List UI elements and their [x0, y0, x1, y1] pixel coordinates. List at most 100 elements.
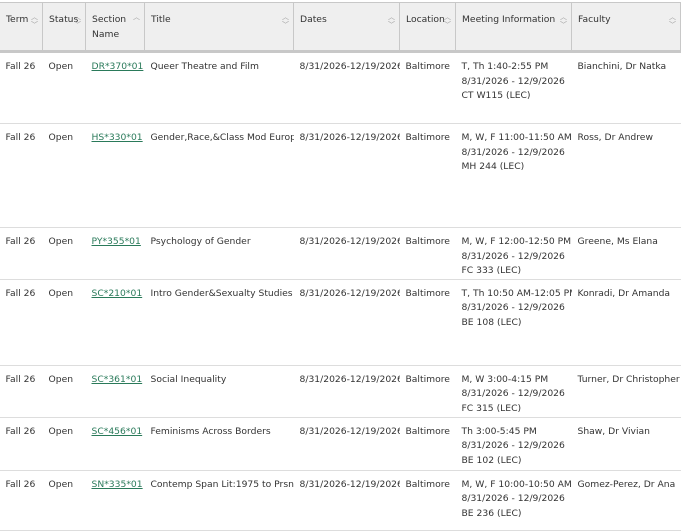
title: Queer Theatre and Film — [150, 61, 259, 72]
faculty: Greene, Ms Elana — [577, 236, 658, 247]
sort-icon[interactable]: ︿ ﹀ — [560, 13, 567, 29]
column-header-dates[interactable]: Dates ︿ ﹀ — [293, 2, 400, 53]
meeting-information-cell: Th 3:00-5:45 PM 8/31/2026 - 12/9/2026 BE 1… — [455, 417, 572, 471]
title: Gender,Race,&Class Mod Europe — [150, 132, 294, 143]
column-header-label: Term — [6, 14, 29, 25]
faculty: Gomez-Perez, Dr Ana — [577, 478, 676, 490]
section-link-cell: HS*330*01 — [85, 123, 145, 228]
section-link[interactable]: SC*210*01 — [92, 288, 143, 299]
table-row: Fall 26 Open PY*355*01 Psychology of Gender… — [0, 227, 681, 280]
column-header-label: Meeting Information — [462, 14, 556, 25]
sort-icon[interactable]: ︿ ﹀ — [388, 13, 395, 29]
location-cell: Baltimore — [399, 365, 456, 418]
meeting-line: 8/31/2026 - 12/9/2026 — [461, 302, 565, 314]
meeting-information-cell: M, W, F 11:00-11:50 AM 8/31/2026 - 12/9/2… — [455, 123, 572, 228]
status: Open — [48, 236, 74, 247]
meeting-line: BE 108 (LEC) — [461, 316, 522, 328]
column-header-label: Dates — [300, 14, 327, 25]
title-cell: Intro Gender&Sexualty Studies — [144, 279, 294, 366]
sort-icon[interactable]: ︿ ﹀ — [669, 13, 676, 29]
section-link-cell: SC*456*01 — [85, 417, 145, 471]
location-cell: Baltimore — [399, 470, 456, 531]
sort-icon[interactable]: ︿ ﹀ — [444, 13, 451, 29]
column-header-label: Title — [151, 14, 171, 25]
location: Baltimore — [405, 373, 450, 385]
status: Open — [48, 478, 74, 490]
meeting-line: 8/31/2026 - 12/9/2026 — [461, 493, 565, 505]
meeting-line: MH 244 (LEC) — [461, 161, 525, 173]
meeting-line: 8/31/2026 - 12/9/2026 — [461, 146, 565, 158]
table-row: Fall 26 Open DR*370*01 Queer Theatre and Fi… — [0, 51, 681, 124]
sort-icon[interactable]: ︿ ﹀ — [282, 13, 289, 29]
location-cell: Baltimore — [399, 417, 456, 471]
section-link-cell: SC*361*01 — [85, 365, 145, 418]
meeting-line: BE 102 (LEC) — [461, 454, 522, 466]
table-row: Fall 26 Open HS*330*01 Gender,Race,&Class M… — [0, 123, 681, 228]
dates: 8/31/2026-12/19/2026 — [299, 236, 400, 247]
faculty-cell: Gomez-Perez, Dr Ana — [571, 470, 681, 531]
sort-icon[interactable]: ︿ ﹀ — [31, 13, 38, 29]
section-link[interactable]: HS*330*01 — [92, 132, 143, 143]
sort-icon[interactable]: ︿ — [133, 13, 140, 21]
location: Baltimore — [405, 425, 450, 437]
title-cell: Social Inequality — [144, 365, 294, 418]
meeting-line: FC 333 (LEC) — [461, 265, 522, 277]
meeting-line: CT W115 (LEC) — [461, 90, 531, 102]
dates-cell: 8/31/2026-12/19/2026 — [293, 417, 400, 471]
meeting-information-cell: M, W, F 12:00-12:50 PM 8/31/2026 - 12/9/2… — [455, 227, 572, 280]
term: Fall 26 — [5, 236, 36, 247]
status: Open — [48, 132, 74, 143]
meeting-line: FC 315 (LEC) — [461, 402, 522, 414]
faculty: Ross, Dr Andrew — [577, 132, 653, 143]
location: Baltimore — [405, 61, 450, 72]
meeting-line: M, W 3:00-4:15 PM — [461, 373, 549, 385]
meeting-line: M, W, F 10:00-10:50 AM — [461, 478, 572, 490]
meeting-information-cell: M, W, F 10:00-10:50 AM 8/31/2026 - 12/9/2… — [455, 470, 572, 531]
term-cell: Fall 26 — [0, 123, 43, 228]
term-cell: Fall 26 — [0, 227, 43, 280]
status-cell: Open — [42, 227, 86, 280]
status: Open — [48, 287, 74, 299]
section-link-cell: SC*210*01 — [85, 279, 145, 366]
dates-cell: 8/31/2026-12/19/2026 — [293, 51, 400, 124]
meeting-line: 8/31/2026 - 12/9/2026 — [461, 440, 565, 452]
section-link[interactable]: SC*361*01 — [92, 374, 143, 385]
dates-cell: 8/31/2026-12/19/2026 — [293, 365, 400, 418]
column-header-status[interactable]: Status ︿ ﹀ — [42, 2, 86, 53]
status-cell: Open — [42, 365, 86, 418]
section-link[interactable]: PY*355*01 — [92, 236, 141, 247]
sort-icon[interactable]: ︿ ﹀ — [74, 13, 81, 29]
table-row: Fall 26 Open SN*335*01 Contemp Span Lit:197… — [0, 470, 681, 531]
location-cell: Baltimore — [399, 123, 456, 228]
term-cell: Fall 26 — [0, 51, 43, 124]
section-link[interactable]: SC*456*01 — [92, 426, 143, 437]
section-link[interactable]: DR*370*01 — [92, 61, 144, 72]
term-cell: Fall 26 — [0, 417, 43, 471]
status-cell: Open — [42, 417, 86, 471]
term: Fall 26 — [5, 373, 36, 385]
title: Social Inequality — [150, 373, 227, 385]
title-cell: Gender,Race,&Class Mod Europe — [144, 123, 294, 228]
column-header-term[interactable]: Term ︿ ﹀ — [0, 2, 43, 53]
column-header-title[interactable]: Title ︿ ﹀ — [144, 2, 294, 53]
status-cell: Open — [42, 279, 86, 366]
term-cell: Fall 26 — [0, 470, 43, 531]
term: Fall 26 — [5, 425, 36, 437]
faculty: Turner, Dr Christopher — [577, 373, 680, 385]
meeting-line: 8/31/2026 - 12/9/2026 — [461, 250, 565, 262]
table-row: Fall 26 Open SC*361*01 Social Inequality 8/3… — [0, 365, 681, 418]
column-header-section-name[interactable]: Section Name ︿ — [85, 2, 145, 53]
dates-cell: 8/31/2026-12/19/2026 — [293, 227, 400, 280]
column-header-faculty[interactable]: Faculty ︿ ﹀ — [571, 2, 681, 53]
status: Open — [48, 61, 74, 72]
column-header-meeting-information[interactable]: Meeting Information ︿ ﹀ — [455, 2, 572, 53]
dates: 8/31/2026-12/19/2026 — [299, 61, 400, 72]
location: Baltimore — [405, 287, 450, 299]
faculty: Shaw, Dr Vivian — [577, 425, 651, 437]
faculty-cell: Bianchini, Dr Natka — [571, 51, 681, 124]
section-link[interactable]: SN*335*01 — [92, 479, 143, 490]
column-header-location[interactable]: Location ︿ ﹀ — [399, 2, 456, 53]
location-cell: Baltimore — [399, 51, 456, 124]
meeting-line: T, Th 1:40-2:55 PM — [461, 61, 549, 72]
section-link-cell: DR*370*01 — [85, 51, 145, 124]
